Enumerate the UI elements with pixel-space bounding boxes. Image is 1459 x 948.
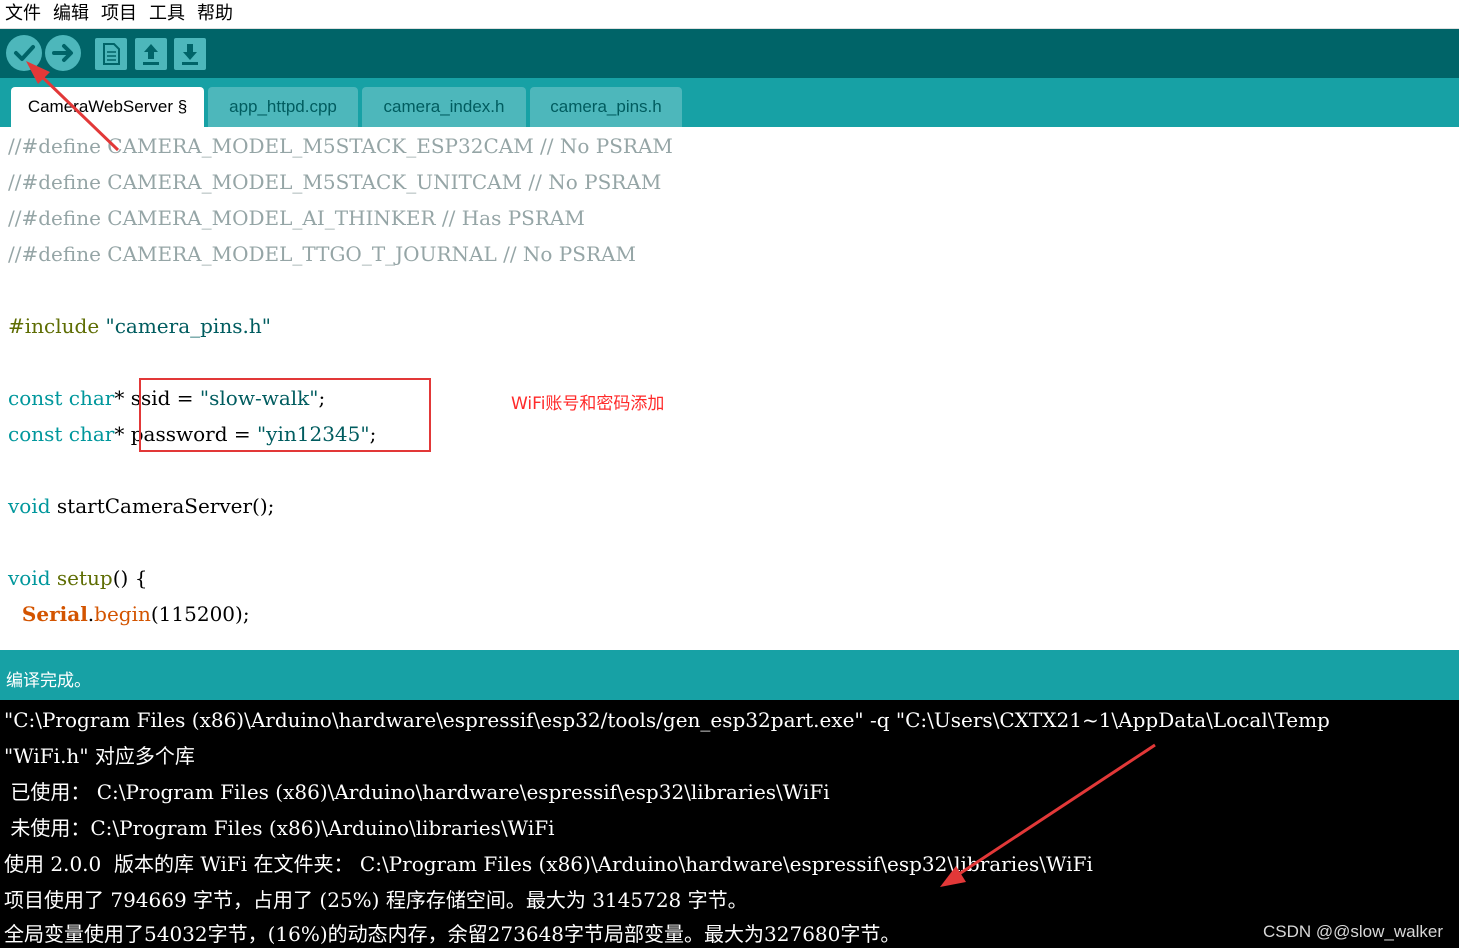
menu-edit[interactable]: 编辑	[48, 1, 96, 27]
new-sketch-button[interactable]	[95, 38, 127, 70]
code-text: () {	[112, 566, 148, 590]
console-line: 未使用：C:\Program Files (x86)\Arduino\libra…	[4, 816, 555, 840]
type-keyword: void	[8, 566, 51, 590]
toolbar	[0, 29, 1459, 78]
menu-tools[interactable]: 工具	[144, 1, 192, 27]
code-editor[interactable]: //#define CAMERA_MODEL_M5STACK_ESP32CAM …	[0, 127, 1459, 650]
console-line: 全局变量使用了54032字节，(16%)的动态内存，余留273648字节局部变量…	[4, 922, 901, 946]
console-output[interactable]: "C:\Program Files (x86)\Arduino\hardware…	[0, 700, 1459, 948]
code-line: //#define CAMERA_MODEL_M5STACK_ESP32CAM …	[8, 134, 673, 158]
code-line: #include "camera_pins.h"	[8, 311, 271, 341]
upload-icon	[52, 44, 73, 62]
function-name: setup	[50, 566, 113, 590]
code-line: void startCameraServer();	[8, 491, 274, 521]
tab-camera-index[interactable]: camera_index.h	[362, 87, 526, 127]
include-path: "camera_pins.h"	[105, 314, 271, 338]
code-line: void setup() {	[8, 563, 147, 593]
tab-app-httpd[interactable]: app_httpd.cpp	[208, 87, 358, 127]
menu-sketch[interactable]: 项目	[96, 1, 144, 27]
console-line: "C:\Program Files (x86)\Arduino\hardware…	[4, 708, 1330, 732]
code-line: //#define CAMERA_MODEL_TTGO_T_JOURNAL //…	[8, 242, 636, 266]
verify-icon	[14, 45, 35, 61]
save-sketch-button[interactable]	[174, 38, 206, 70]
tab-camera-pins[interactable]: camera_pins.h	[530, 87, 682, 127]
method-name: begin	[94, 602, 151, 626]
credentials-highlight-box	[139, 378, 431, 452]
code-text: (115200);	[150, 602, 250, 626]
console-line: 使用 2.0.0 版本的库 WiFi 在文件夹： C:\Program File…	[4, 852, 1093, 876]
upload-button[interactable]	[45, 35, 81, 71]
new-file-icon	[103, 43, 120, 65]
code-line: //#define CAMERA_MODEL_AI_THINKER // Has…	[8, 206, 585, 230]
console-line: 已使用： C:\Program Files (x86)\Arduino\hard…	[4, 780, 830, 804]
type-keyword: const char	[8, 422, 115, 446]
console-line: "WiFi.h" 对应多个库	[4, 744, 195, 768]
code-line: //#define CAMERA_MODEL_M5STACK_UNITCAM /…	[8, 170, 662, 194]
type-keyword: const char	[8, 386, 115, 410]
code-text: startCameraServer();	[50, 494, 275, 518]
menu-help[interactable]: 帮助	[192, 1, 240, 27]
menu-bar: 文件 编辑 项目 工具 帮助	[0, 0, 1459, 29]
code-line: Serial.begin(115200);	[8, 599, 250, 629]
tab-bar: CameraWebServer § app_httpd.cpp camera_i…	[0, 78, 1459, 127]
open-icon	[143, 44, 159, 65]
menu-file[interactable]: 文件	[0, 1, 48, 27]
watermark: CSDN @@slow_walker	[1263, 922, 1443, 941]
verify-button[interactable]	[6, 35, 42, 71]
open-sketch-button[interactable]	[135, 38, 167, 70]
save-icon	[182, 44, 198, 65]
serial-object: Serial	[8, 602, 88, 626]
annotation-label: WiFi账号和密码添加	[511, 394, 665, 414]
console-line: 项目使用了 794669 字节，占用了 (25%) 程序存储空间。最大为 314…	[4, 888, 748, 912]
status-message: 编译完成。	[6, 671, 91, 691]
type-keyword: void	[8, 494, 51, 518]
status-bar: 编译完成。	[0, 650, 1459, 700]
include-directive: #include	[8, 314, 106, 338]
tab-camerawebserver[interactable]: CameraWebServer §	[11, 87, 204, 127]
